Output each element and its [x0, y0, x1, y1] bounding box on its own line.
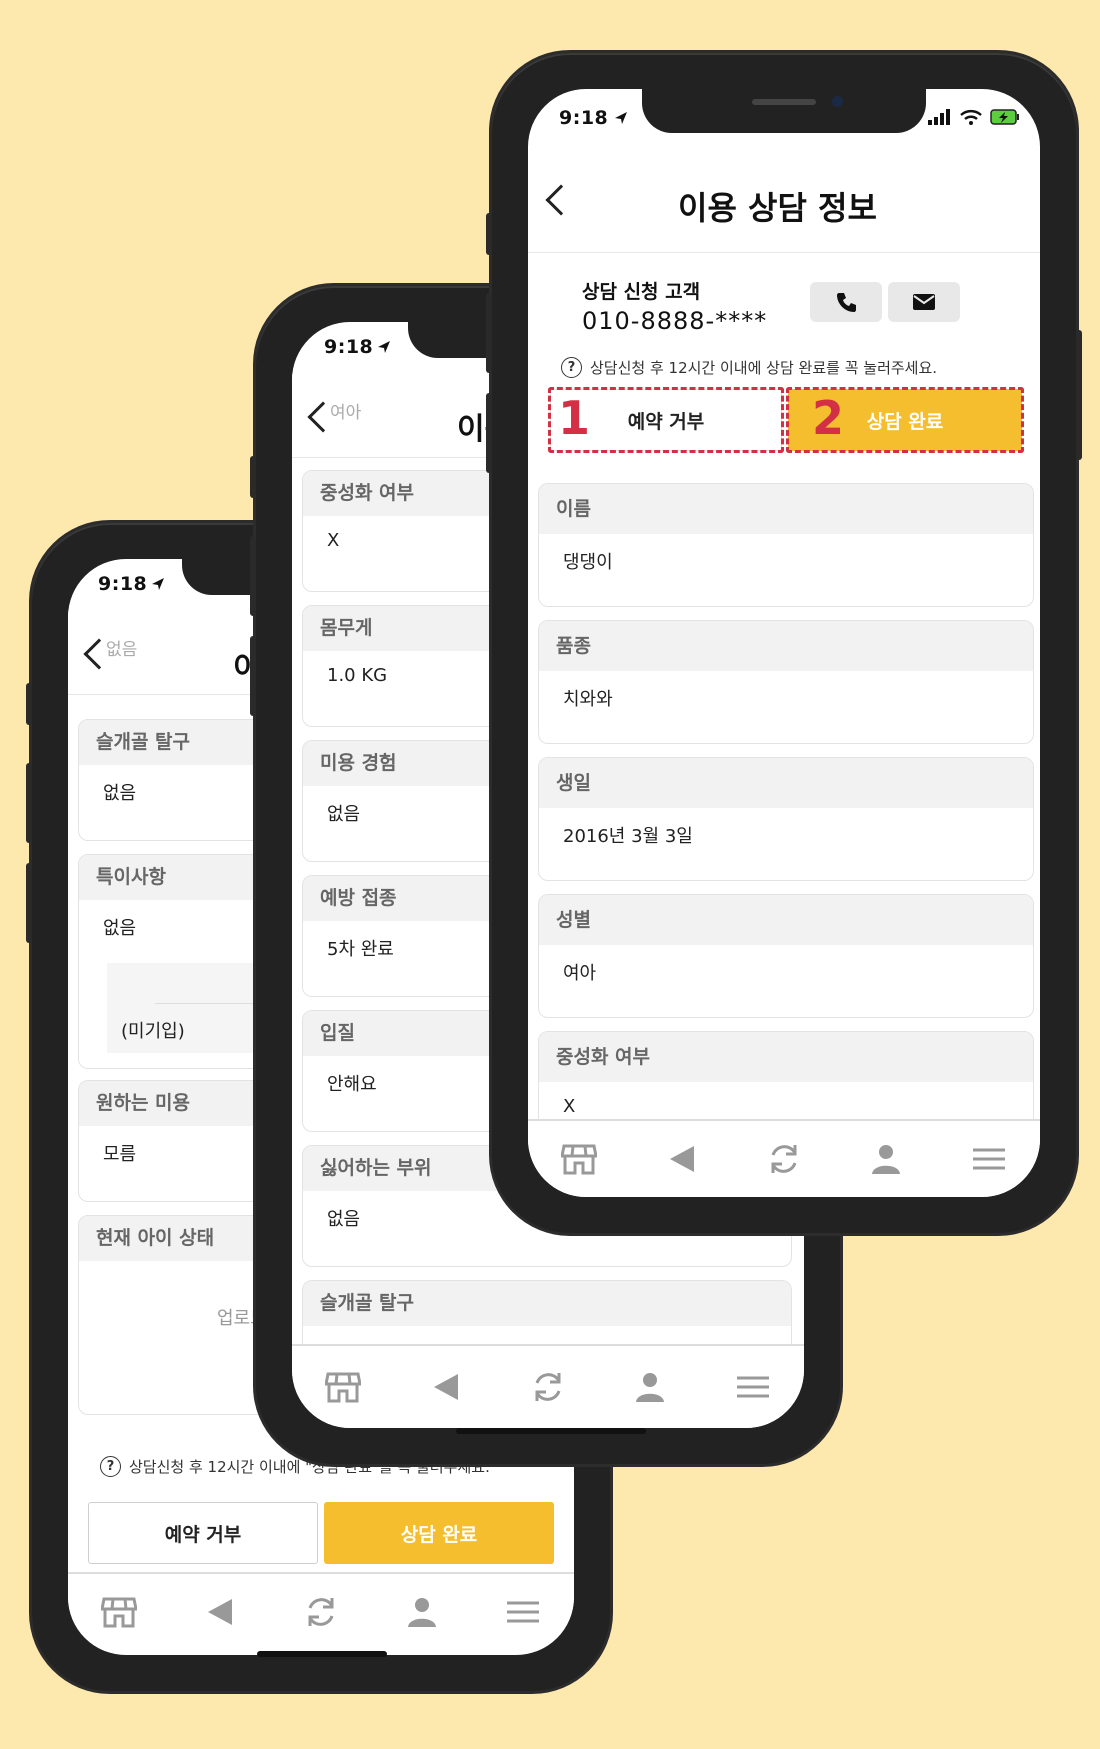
hint-text: 상담신청 후 12시간 이내에 상담 완료를 꼭 눌러주세요.: [590, 359, 938, 377]
side-button: [250, 456, 256, 498]
bottom-tab-bar: [528, 1119, 1040, 1197]
refresh-icon[interactable]: [526, 1365, 570, 1409]
shop-icon[interactable]: [97, 1590, 141, 1634]
back-arrow-icon[interactable]: [660, 1137, 704, 1181]
back-arrow-icon[interactable]: [198, 1590, 242, 1634]
customer-label: 상담 신청 고객: [582, 281, 701, 303]
refresh-icon[interactable]: [762, 1137, 806, 1181]
side-button: [486, 293, 492, 373]
location-icon: [378, 341, 390, 353]
card-value: 2016년 3월 3일: [563, 826, 693, 847]
bottom-tab-bar: [292, 1344, 804, 1428]
card-label: 생일: [539, 758, 1033, 808]
status-time: 9:18: [98, 573, 148, 595]
status-time: 9:18: [324, 336, 374, 358]
back-icon[interactable]: [545, 184, 577, 216]
navbar: 이용 상담 정보: [528, 149, 1040, 253]
status-icons: [928, 109, 1020, 125]
page-title: 이용 상담 정보: [678, 189, 877, 227]
complete-button[interactable]: 상담 완료: [324, 1502, 554, 1564]
user-icon[interactable]: [400, 1590, 444, 1634]
side-button: [486, 393, 492, 473]
card-value: 여아: [563, 963, 597, 984]
card-value: 댕댕이: [563, 552, 613, 573]
side-button: [26, 763, 32, 843]
refresh-icon[interactable]: [299, 1590, 343, 1634]
menu-icon[interactable]: [967, 1137, 1011, 1181]
wifi-icon: [960, 110, 982, 125]
card-label: 중성화 여부: [539, 1032, 1033, 1082]
side-button: [26, 683, 32, 725]
nav-back-label[interactable]: 여아: [330, 398, 361, 423]
customer-phone: 010-8888-****: [582, 307, 768, 335]
info-card: 성별 여아: [538, 894, 1034, 1018]
card-value: 치와와: [563, 689, 613, 710]
power-button: [1076, 330, 1082, 460]
mail-icon: [913, 294, 935, 310]
user-icon[interactable]: [628, 1365, 672, 1409]
phone-right: 9:18 이용 상담 정보 상담 신청 고객 010-8888-**** ? 상…: [486, 53, 1082, 1233]
screen-right: 9:18 이용 상담 정보 상담 신청 고객 010-8888-**** ? 상…: [528, 89, 1040, 1197]
step-number: 2: [812, 391, 845, 445]
card-label: 성별: [539, 895, 1033, 945]
shop-icon[interactable]: [557, 1137, 601, 1181]
signal-icon: [928, 109, 950, 125]
side-button: [250, 536, 256, 616]
message-button[interactable]: [888, 282, 960, 322]
menu-icon[interactable]: [731, 1365, 775, 1409]
reject-button[interactable]: 예약 거부: [88, 1502, 318, 1564]
home-indicator: [257, 1651, 387, 1657]
user-icon[interactable]: [864, 1137, 908, 1181]
hint: ? 상담신청 후 12시간 이내에 상담 완료를 꼭 눌러주세요.: [561, 357, 937, 378]
step-number: 1: [558, 391, 591, 445]
info-card: 이름 댕댕이: [538, 483, 1034, 607]
home-indicator: [456, 1428, 646, 1434]
card-value: X: [563, 1096, 576, 1117]
notch: [642, 89, 926, 133]
card-label: 슬개골 탈구: [303, 1281, 791, 1326]
side-button: [26, 863, 32, 943]
info-card: 품종 치와와: [538, 620, 1034, 744]
card-label: 품종: [539, 621, 1033, 671]
info-card: 생일 2016년 3월 3일: [538, 757, 1034, 881]
status-time: 9:18: [559, 107, 609, 129]
card-label: 이름: [539, 484, 1033, 534]
note-text: (미기입): [121, 1021, 185, 1042]
speaker-grill: [752, 99, 816, 105]
call-button[interactable]: [810, 282, 882, 322]
menu-icon[interactable]: [501, 1590, 545, 1634]
phone-icon: [837, 293, 856, 312]
location-icon: [615, 112, 627, 124]
shop-icon[interactable]: [321, 1365, 365, 1409]
battery-icon: [990, 109, 1019, 125]
location-icon: [152, 578, 164, 590]
side-button: [250, 636, 256, 716]
question-icon: ?: [561, 357, 582, 378]
front-camera: [832, 96, 843, 107]
side-button: [486, 213, 492, 255]
question-icon: ?: [100, 1456, 121, 1477]
back-arrow-icon[interactable]: [424, 1365, 468, 1409]
nav-back-label[interactable]: 없음: [106, 635, 137, 660]
bottom-tab-bar: [68, 1572, 574, 1650]
